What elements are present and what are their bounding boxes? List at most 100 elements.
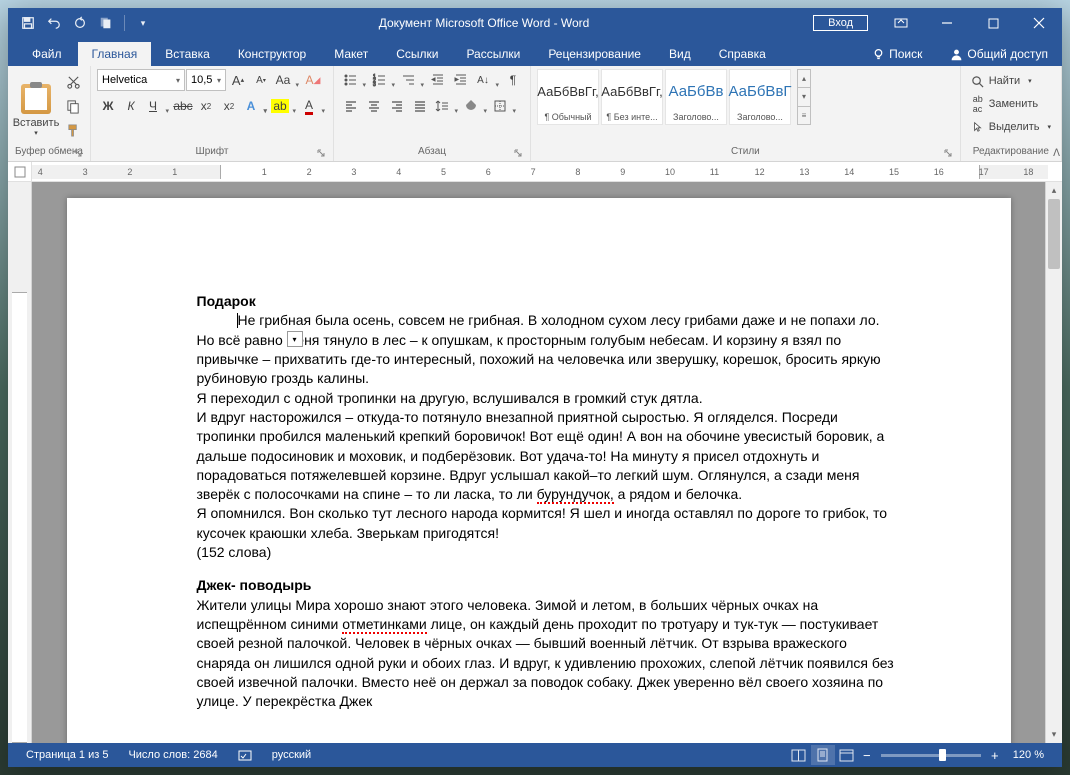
titlebar: ▾ Документ Microsoft Office Word - Word … (8, 8, 1062, 38)
tab-file[interactable]: Файл (16, 42, 78, 66)
read-mode-icon[interactable] (787, 745, 811, 765)
dialog-launcher-icon[interactable] (943, 148, 954, 159)
login-button[interactable]: Вход (813, 15, 868, 31)
subscript-icon[interactable]: x2 (195, 95, 217, 117)
tab-home[interactable]: Главная (78, 42, 152, 66)
print-layout-icon[interactable] (811, 745, 835, 765)
ribbon-options-icon[interactable] (878, 8, 924, 38)
tab-references[interactable]: Ссылки (382, 42, 452, 66)
style-item[interactable]: АаБбВвГг,¶ Обычный (537, 69, 599, 125)
close-icon[interactable] (1016, 8, 1062, 38)
person-icon (950, 48, 963, 61)
web-layout-icon[interactable] (835, 745, 859, 765)
clear-format-icon[interactable]: A◢ (302, 69, 324, 91)
font-name-select[interactable]: Helvetica (97, 69, 185, 91)
scroll-up-icon[interactable]: ▴ (1046, 182, 1062, 199)
numbering-icon[interactable]: 123 (369, 69, 397, 91)
italic-icon[interactable]: К (120, 95, 142, 117)
vertical-scrollbar[interactable]: ▴ ▾ (1045, 182, 1062, 743)
decrease-indent-icon[interactable] (427, 69, 449, 91)
scroll-thumb[interactable] (1048, 199, 1060, 269)
document-scroll[interactable]: Подарок Не грибная была осень, совсем не… (32, 182, 1045, 743)
increase-indent-icon[interactable] (450, 69, 472, 91)
tab-insert[interactable]: Вставка (151, 42, 224, 66)
borders-icon[interactable] (490, 95, 518, 117)
minimize-icon[interactable] (924, 8, 970, 38)
line-spacing-icon[interactable] (432, 95, 460, 117)
format-painter-icon[interactable] (62, 119, 84, 141)
strike-icon[interactable]: abc (172, 95, 194, 117)
spellcheck-status[interactable] (228, 748, 262, 762)
change-case-icon[interactable]: Aa (273, 69, 301, 91)
copy-icon[interactable] (62, 95, 84, 117)
replace-icon: abac (971, 97, 985, 111)
font-color-icon[interactable]: A (299, 95, 327, 117)
tab-view[interactable]: Вид (655, 42, 705, 66)
ribbon: Вставить ▾ Буфер обмена Helvetica 10,5 A… (8, 66, 1062, 162)
tab-search[interactable]: Поиск (858, 42, 936, 66)
bold-icon[interactable]: Ж (97, 95, 119, 117)
tab-review[interactable]: Рецензирование (534, 42, 655, 66)
font-size-select[interactable]: 10,5 (186, 69, 226, 91)
shrink-font-icon[interactable]: A▾ (250, 69, 272, 91)
word-count[interactable]: Число слов: 2684 (118, 749, 227, 761)
dialog-launcher-icon[interactable] (73, 148, 84, 159)
underline-icon[interactable]: Ч (143, 95, 171, 117)
select-button[interactable]: Выделить▾ (967, 117, 1055, 137)
align-left-icon[interactable] (340, 95, 362, 117)
qat-icon[interactable] (94, 11, 118, 35)
shading-icon[interactable] (461, 95, 489, 117)
spelling-error: отметинками (342, 616, 426, 634)
redo-icon[interactable] (68, 11, 92, 35)
highlight-icon[interactable]: ab (270, 95, 298, 117)
show-marks-icon[interactable]: ¶ (502, 69, 524, 91)
qat-customize-icon[interactable]: ▾ (131, 11, 155, 35)
tab-layout[interactable]: Макет (320, 42, 382, 66)
clipboard-icon (21, 84, 51, 114)
undo-icon[interactable] (42, 11, 66, 35)
paste-button[interactable]: Вставить ▾ (14, 69, 58, 146)
sort-icon[interactable]: A↓ (473, 69, 501, 91)
save-icon[interactable] (16, 11, 40, 35)
group-font: Helvetica 10,5 A▴ A▾ Aa A◢ Ж К Ч abc x2 … (91, 66, 334, 161)
styles-scroll[interactable]: ▴▾≡ (797, 69, 811, 125)
style-item[interactable]: АаБбВвГЗаголово... (729, 69, 791, 125)
dialog-launcher-icon[interactable] (513, 148, 524, 159)
replace-button[interactable]: abacЗаменить (967, 94, 1055, 114)
tab-help[interactable]: Справка (705, 42, 780, 66)
dialog-launcher-icon[interactable] (316, 148, 327, 159)
lightbulb-icon (872, 48, 885, 61)
style-item[interactable]: АаБбВвЗаголово... (665, 69, 727, 125)
zoom-in-icon[interactable]: + (987, 748, 1003, 763)
share-button[interactable]: Общий доступ (936, 42, 1062, 66)
text-effects-icon[interactable]: A (241, 95, 269, 117)
multilevel-icon[interactable] (398, 69, 426, 91)
quick-access-toolbar: ▾ (8, 11, 155, 35)
zoom-slider[interactable] (881, 754, 981, 757)
superscript-icon[interactable]: x2 (218, 95, 240, 117)
ruler-corner-icon[interactable] (8, 162, 32, 181)
horizontal-ruler[interactable]: 4321123456789101112131415161718 (8, 162, 1062, 182)
tab-mailings[interactable]: Рассылки (452, 42, 534, 66)
vertical-ruler[interactable] (8, 182, 32, 743)
collapse-ribbon-icon[interactable]: ᐱ (1053, 148, 1060, 159)
justify-icon[interactable] (409, 95, 431, 117)
bullets-icon[interactable] (340, 69, 368, 91)
cut-icon[interactable] (62, 71, 84, 93)
align-right-icon[interactable] (386, 95, 408, 117)
language-status[interactable]: русский (262, 749, 321, 761)
scroll-down-icon[interactable]: ▾ (1046, 726, 1062, 743)
page[interactable]: Подарок Не грибная была осень, совсем не… (67, 198, 1011, 743)
page-status[interactable]: Страница 1 из 5 (16, 749, 118, 761)
style-item[interactable]: АаБбВвГг,¶ Без инте... (601, 69, 663, 125)
zoom-out-icon[interactable]: − (859, 748, 875, 763)
group-styles: АаБбВвГг,¶ ОбычныйАаБбВвГг,¶ Без инте...… (531, 66, 961, 161)
align-center-icon[interactable] (363, 95, 385, 117)
tab-design[interactable]: Конструктор (224, 42, 320, 66)
window-title: Документ Microsoft Office Word - Word (155, 16, 813, 30)
paste-options-icon[interactable]: ▾ (287, 331, 303, 347)
zoom-level[interactable]: 120 % (1003, 749, 1054, 761)
find-button[interactable]: Найти▾ (967, 71, 1055, 91)
maximize-icon[interactable] (970, 8, 1016, 38)
grow-font-icon[interactable]: A▴ (227, 69, 249, 91)
